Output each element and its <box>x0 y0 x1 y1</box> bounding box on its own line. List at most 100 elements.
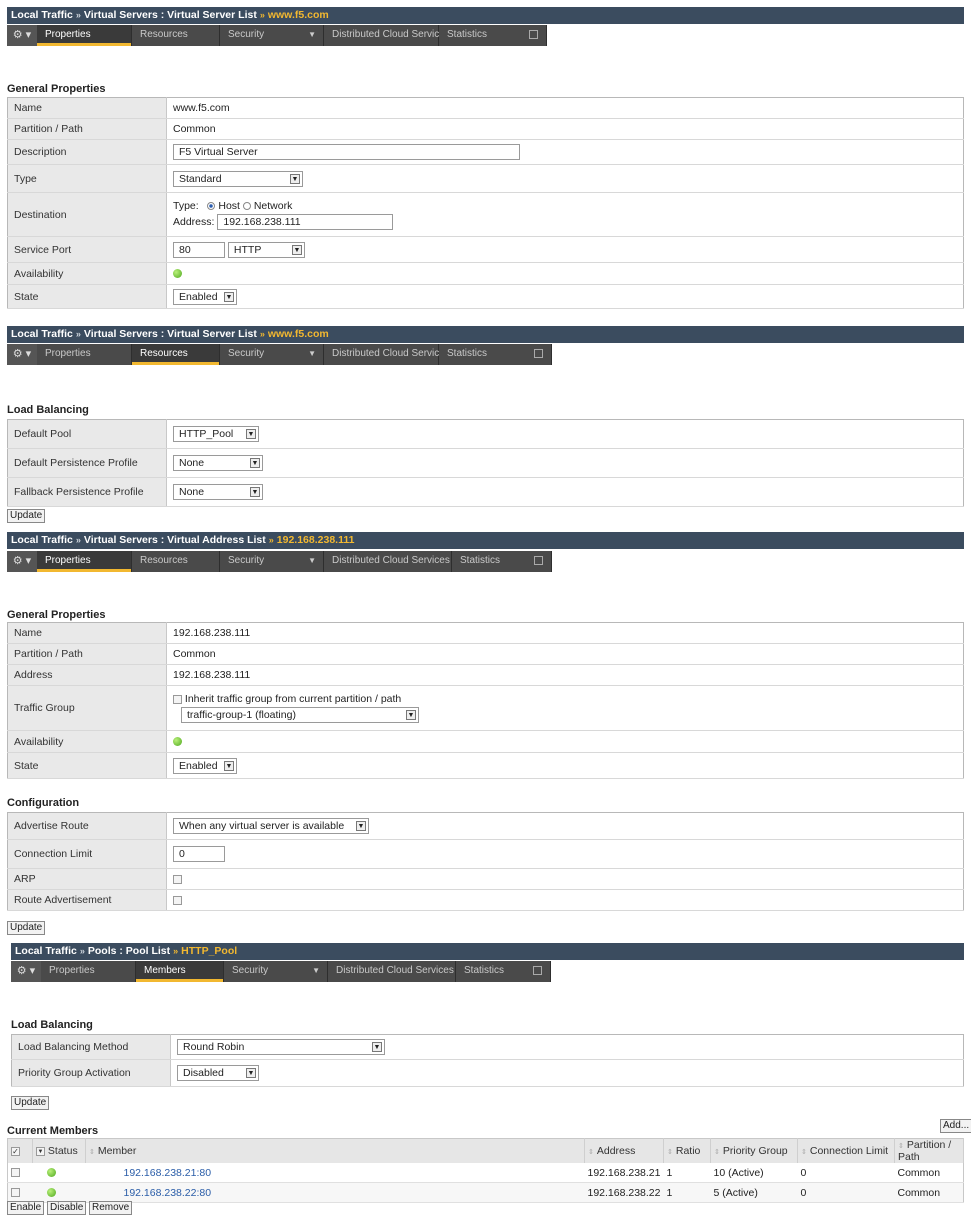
ratio-header[interactable]: ⇕ Ratio <box>663 1138 711 1163</box>
tab-resources[interactable]: Resources <box>132 344 220 365</box>
breadcrumb-local-traffic[interactable]: Local Traffic <box>11 9 73 21</box>
row-label: Advertise Route <box>7 812 167 840</box>
add-member-button[interactable]: Add... <box>940 1119 971 1133</box>
tab-distributed-cloud-services[interactable]: Distributed Cloud Services <box>324 551 452 572</box>
arp-checkbox[interactable] <box>173 874 182 884</box>
section-title: Configuration <box>7 797 80 809</box>
row-label: Destination <box>7 192 167 237</box>
breadcrumb-pool-list[interactable]: Pools : Pool List <box>88 945 170 957</box>
partition-value: Common <box>166 118 964 140</box>
row-label: Partition / Path <box>7 643 167 665</box>
breadcrumb-local-traffic[interactable]: Local Traffic <box>15 945 77 957</box>
section-title: General Properties <box>7 609 106 621</box>
configuration-table: Advertise Route When any virtual server i… <box>7 812 964 911</box>
network-radio[interactable] <box>242 201 251 210</box>
member-header[interactable]: ⇕ Member <box>85 1138 585 1163</box>
breadcrumb: Local Traffic» Virtual Servers : Virtual … <box>7 7 964 24</box>
tab-bar: ⚙ ▾ Properties Members Security ▼ Distrib… <box>11 961 551 982</box>
tab-statistics[interactable]: Statistics <box>439 25 547 46</box>
load-balancing-method-select[interactable]: Round Robin ▼ <box>177 1039 385 1055</box>
tab-resources[interactable]: Resources <box>132 25 220 46</box>
fallback-persistence-select[interactable]: None ▼ <box>173 484 263 500</box>
popout-icon[interactable] <box>534 349 543 358</box>
row-label: Default Pool <box>7 419 167 449</box>
member-link[interactable]: 192.168.238.21:80 <box>85 1163 585 1183</box>
description-input[interactable]: F5 Virtual Server <box>173 144 520 160</box>
traffic-group-select[interactable]: traffic-group-1 (floating) ▼ <box>181 707 419 723</box>
update-button[interactable]: Update <box>7 509 46 523</box>
enable-button[interactable]: Enable <box>7 1201 45 1215</box>
priority-group-header[interactable]: ⇕ Priority Group <box>710 1138 798 1163</box>
gear-icon[interactable]: ⚙ ▾ <box>7 344 37 365</box>
popout-icon[interactable] <box>533 966 542 975</box>
gear-icon[interactable]: ⚙ ▾ <box>7 25 37 46</box>
tab-distributed-cloud-services[interactable]: Distributed Cloud Services <box>328 961 456 982</box>
disable-button[interactable]: Disable <box>47 1201 87 1215</box>
tab-members[interactable]: Members <box>136 961 224 982</box>
current-members-title: Current Members <box>7 1125 99 1137</box>
state-select[interactable]: Enabled ▼ <box>173 288 237 305</box>
service-port-select[interactable]: HTTP ▼ <box>227 241 305 258</box>
tab-statistics[interactable]: Statistics <box>452 551 552 572</box>
state-select[interactable]: Enabled ▼ <box>173 757 237 774</box>
gear-icon[interactable]: ⚙ ▾ <box>11 961 41 982</box>
tab-distributed-cloud-services[interactable]: Distributed Cloud Services <box>324 344 450 365</box>
chevron-down-icon: ▼ <box>312 966 320 975</box>
tab-bar: ⚙ ▾ Properties Resources Security ▼ Distr… <box>7 344 552 365</box>
breadcrumb-current: www.f5.com <box>267 9 329 21</box>
tab-security[interactable]: Security ▼ <box>220 25 324 46</box>
breadcrumb-local-traffic[interactable]: Local Traffic <box>11 328 73 340</box>
address-header[interactable]: ⇕ Address <box>584 1138 664 1163</box>
update-button[interactable]: Update <box>7 921 46 935</box>
remove-button[interactable]: Remove <box>89 1201 133 1215</box>
tab-security[interactable]: Security ▼ <box>224 961 328 982</box>
connection-limit-input[interactable]: 0 <box>173 846 225 862</box>
route-advertisement-checkbox[interactable] <box>173 895 182 905</box>
member-partition: Common <box>894 1163 964 1183</box>
tab-statistics[interactable]: Statistics <box>439 344 552 365</box>
host-radio[interactable] <box>207 201 216 210</box>
breadcrumb-virtual-address-list[interactable]: Virtual Servers : Virtual Address List <box>84 534 266 546</box>
inherit-traffic-group-checkbox[interactable] <box>173 694 182 704</box>
service-port-input[interactable]: 80 <box>173 241 225 258</box>
type-select[interactable]: Standard ▼ <box>173 170 303 187</box>
partition-header[interactable]: ⇕ Partition / Path <box>894 1138 964 1163</box>
chevron-down-icon: ▼ <box>290 173 300 184</box>
tab-properties[interactable]: Properties <box>41 961 136 982</box>
breadcrumb-local-traffic[interactable]: Local Traffic <box>11 534 73 546</box>
tab-statistics[interactable]: Statistics <box>456 961 551 982</box>
destination-address-input[interactable]: 192.168.238.111 <box>217 213 394 230</box>
popout-icon[interactable] <box>534 556 543 565</box>
default-persistence-select[interactable]: None ▼ <box>173 455 263 471</box>
breadcrumb-virtual-server-list[interactable]: Virtual Servers : Virtual Server List <box>84 328 257 340</box>
name-value: 192.168.238.111 <box>166 622 964 644</box>
breadcrumb: Local Traffic» Pools : Pool List» HTTP_Poo… <box>11 943 964 960</box>
popout-icon[interactable] <box>529 30 538 39</box>
row-label: Fallback Persistence Profile <box>7 477 167 507</box>
tab-distributed-cloud-services[interactable]: Distributed Cloud Services <box>324 25 450 46</box>
tab-security[interactable]: Security ▼ <box>220 551 324 572</box>
connection-limit-header[interactable]: ⇕ Connection Limit <box>797 1138 895 1163</box>
breadcrumb-virtual-server-list[interactable]: Virtual Servers : Virtual Server List <box>84 9 257 21</box>
row-label: Connection Limit <box>7 839 167 869</box>
select-all-checkbox[interactable]: ✓ <box>11 1146 20 1156</box>
tab-properties[interactable]: Properties <box>37 551 132 572</box>
default-pool-select[interactable]: HTTP_Pool ▼ <box>173 426 259 442</box>
sort-icon: ⇕ <box>801 1149 807 1156</box>
member-link[interactable]: 192.168.238.22:80 <box>85 1182 585 1203</box>
advertise-route-select[interactable]: When any virtual server is available ▼ <box>173 818 369 834</box>
chevron-down-icon[interactable]: ▼ <box>36 1146 45 1156</box>
row-checkbox[interactable] <box>11 1188 20 1198</box>
tab-properties[interactable]: Properties <box>37 344 132 365</box>
member-ratio: 1 <box>663 1163 711 1183</box>
gear-icon[interactable]: ⚙ ▾ <box>7 551 37 572</box>
tab-security[interactable]: Security ▼ <box>220 344 324 365</box>
tab-properties[interactable]: Properties <box>37 25 132 46</box>
status-header[interactable]: ▼ Status <box>32 1138 86 1163</box>
tab-resources[interactable]: Resources <box>132 551 220 572</box>
row-checkbox[interactable] <box>11 1168 20 1178</box>
section-title: General Properties <box>7 83 106 95</box>
host-label: Host <box>218 199 240 212</box>
update-button[interactable]: Update <box>11 1096 50 1110</box>
priority-group-activation-select[interactable]: Disabled ▼ <box>177 1065 259 1081</box>
